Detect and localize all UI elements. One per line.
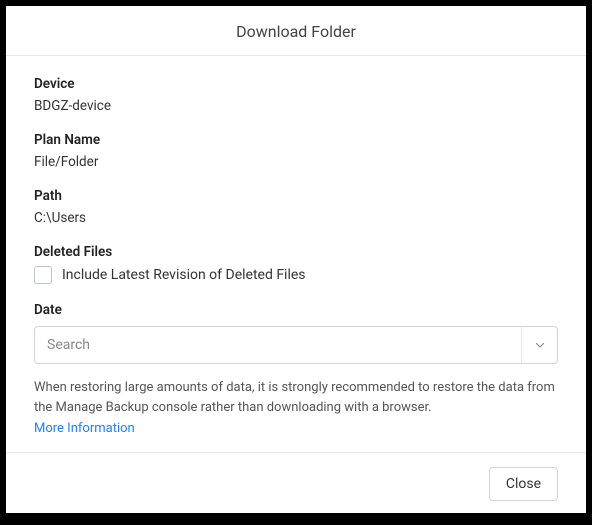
date-select-placeholder: Search bbox=[35, 327, 521, 363]
close-button[interactable]: Close bbox=[489, 467, 558, 501]
plan-name-label: Plan Name bbox=[34, 132, 558, 148]
date-field: Date Search bbox=[34, 302, 558, 364]
path-value: C:\Users bbox=[34, 210, 558, 226]
include-deleted-label: Include Latest Revision of Deleted Files bbox=[62, 267, 306, 283]
include-deleted-checkbox[interactable] bbox=[34, 266, 52, 284]
deleted-files-field: Deleted Files Include Latest Revision of… bbox=[34, 244, 558, 284]
date-label: Date bbox=[34, 302, 558, 318]
more-information-link[interactable]: More Information bbox=[34, 421, 135, 436]
device-field: Device BDGZ-device bbox=[34, 76, 558, 114]
deleted-files-checkbox-row: Include Latest Revision of Deleted Files bbox=[34, 266, 558, 284]
path-field: Path C:\Users bbox=[34, 188, 558, 226]
plan-name-field: Plan Name File/Folder bbox=[34, 132, 558, 170]
download-folder-modal: Download Folder Device BDGZ-device Plan … bbox=[6, 6, 586, 513]
chevron-down-icon bbox=[521, 327, 557, 363]
modal-title: Download Folder bbox=[6, 22, 586, 41]
modal-header: Download Folder bbox=[6, 6, 586, 56]
device-label: Device bbox=[34, 76, 558, 92]
date-select[interactable]: Search bbox=[34, 326, 558, 364]
device-value: BDGZ-device bbox=[34, 98, 558, 114]
plan-name-value: File/Folder bbox=[34, 154, 558, 170]
modal-footer: Close bbox=[6, 452, 586, 515]
deleted-files-label: Deleted Files bbox=[34, 244, 558, 260]
modal-body: Device BDGZ-device Plan Name File/Folder… bbox=[6, 56, 586, 452]
path-label: Path bbox=[34, 188, 558, 204]
help-text: When restoring large amounts of data, it… bbox=[34, 378, 558, 417]
